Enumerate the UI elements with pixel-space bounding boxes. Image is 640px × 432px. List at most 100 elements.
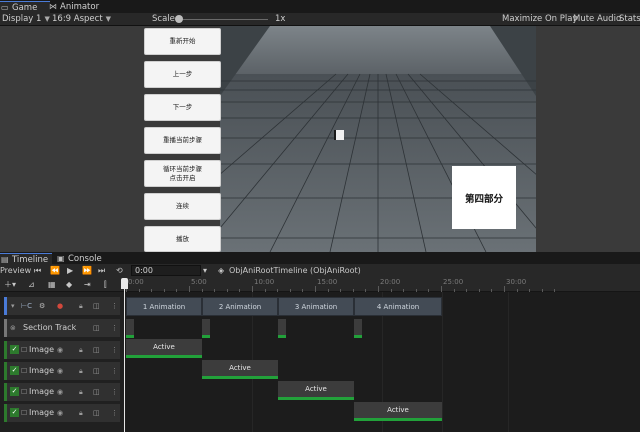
- target-icon[interactable]: ◉: [57, 362, 63, 380]
- section-marker[interactable]: [278, 319, 286, 338]
- record-icon[interactable]: ●: [57, 297, 63, 315]
- image-track-name: Image: [29, 345, 55, 354]
- mute-audio-toggle[interactable]: Mute Audio: [573, 13, 621, 26]
- image-track-header[interactable]: ✓ ☐ Image ◉ 🔒︎ ◫ ⋮: [4, 341, 120, 359]
- timeline-toolbar: Preview ⏮ ⏪ ▶ ⏩ ⏭ ⟲ 0:00 ▾ ◈ ObjAniRootT…: [0, 264, 640, 277]
- image-track-name: Image: [29, 387, 55, 396]
- previous-frame-icon[interactable]: ⏪: [50, 264, 60, 277]
- chevron-down-icon: ▼: [105, 15, 112, 23]
- section-label-panel: 第四部分: [452, 166, 516, 229]
- playhead-handle[interactable]: [121, 278, 128, 289]
- more-options-icon[interactable]: ⋮: [111, 383, 118, 401]
- image-track-header[interactable]: ✓ ☐ Image ◉ 🔒︎ ◫ ⋮: [4, 404, 120, 422]
- timeline-track-toolbar: ＋▾ ⊿ ▦ ◆ ⇥ ⫿ 0:00 5:00 10:00 15:00 20:00 25:0…: [0, 277, 640, 292]
- lock-icon[interactable]: 🔒︎: [79, 362, 83, 380]
- ruler-label: 20:00: [380, 278, 401, 286]
- game-toolbar: Display 1 ▼ 16:9 Aspect ▼ Scale 1x Maximiz…: [0, 13, 640, 26]
- stats-toggle[interactable]: Stats: [619, 13, 640, 26]
- ruler-label: 30:00: [506, 278, 527, 286]
- ruler-label: 0:00: [128, 278, 144, 286]
- lock-icon[interactable]: 🔒︎: [79, 297, 83, 315]
- ripple-icon[interactable]: ⇥: [84, 278, 91, 291]
- next-step-button[interactable]: 下一步: [144, 94, 221, 121]
- tab-animator[interactable]: ⋈ Animator: [48, 1, 108, 13]
- tab-animator-label: Animator: [60, 2, 100, 12]
- keyframe-icon[interactable]: ◆: [66, 278, 72, 291]
- continuous-button[interactable]: 连续: [144, 193, 221, 220]
- tab-game[interactable]: ▭ Game: [0, 1, 50, 13]
- play-icon[interactable]: ▶: [67, 264, 73, 277]
- chevron-down-icon[interactable]: ▾: [203, 264, 207, 277]
- timeline-asset-name: ObjAniRootTimeline (ObjAniRoot): [229, 266, 361, 275]
- aspect-value: 16:9 Aspect: [52, 14, 103, 24]
- section-marker[interactable]: [354, 319, 362, 338]
- active-clip[interactable]: Active: [202, 360, 278, 379]
- target-icon[interactable]: ◉: [57, 404, 63, 422]
- animation-clip[interactable]: 2 Animation: [202, 297, 278, 316]
- display-value: Display 1: [2, 14, 42, 24]
- section-marker[interactable]: [202, 319, 210, 338]
- previous-step-button[interactable]: 上一步: [144, 61, 221, 88]
- settings-icon[interactable]: ⚙: [39, 297, 45, 315]
- expand-arrow-icon[interactable]: ▾: [11, 297, 15, 315]
- target-icon[interactable]: ◉: [57, 383, 63, 401]
- mute-icon[interactable]: ◫: [93, 404, 100, 422]
- image-track-header[interactable]: ✓ ☐ Image ◉ 🔒︎ ◫ ⋮: [4, 362, 120, 380]
- ruler-label: 15:00: [317, 278, 338, 286]
- mute-icon[interactable]: ◫: [93, 341, 100, 359]
- ruler-label: 10:00: [254, 278, 275, 286]
- more-options-icon[interactable]: ⋮: [111, 362, 118, 380]
- target-icon[interactable]: ◉: [57, 341, 63, 359]
- lock-icon[interactable]: 🔒︎: [79, 383, 83, 401]
- more-options-icon[interactable]: ⋮: [111, 297, 118, 315]
- next-frame-icon[interactable]: ⏩: [82, 264, 92, 277]
- loop-icon[interactable]: ⟲: [116, 264, 123, 277]
- add-track-button[interactable]: ＋▾: [4, 278, 16, 291]
- track-enabled-checkbox[interactable]: ✓: [10, 345, 19, 354]
- track-enabled-checkbox[interactable]: ✓: [10, 387, 19, 396]
- mute-icon[interactable]: ◫: [93, 297, 100, 315]
- active-clip[interactable]: Active: [278, 381, 354, 400]
- animation-clip[interactable]: 3 Animation: [278, 297, 354, 316]
- section-marker[interactable]: [126, 319, 134, 338]
- section-track-header[interactable]: ⊗ Section Track ◫ ⋮: [4, 319, 120, 337]
- aspect-dropdown[interactable]: 16:9 Aspect ▼: [52, 13, 111, 26]
- clip-edit-mode-icon[interactable]: ▦: [48, 278, 56, 291]
- preview-toggle[interactable]: Preview: [0, 264, 31, 277]
- active-clip[interactable]: Active: [126, 339, 202, 358]
- more-options-icon[interactable]: ⋮: [111, 404, 118, 422]
- scale-label: Scale: [152, 14, 175, 24]
- active-clip[interactable]: Active: [354, 402, 442, 421]
- game-view: 重新开始 上一步 下一步 重播当前步骤 循环当前步骤 点击开启 连续 播放 第四…: [0, 26, 640, 252]
- animation-clip[interactable]: 1 Animation: [126, 297, 202, 316]
- current-time-field[interactable]: 0:00: [131, 265, 201, 276]
- scale-slider-handle[interactable]: [175, 15, 183, 23]
- more-options-icon[interactable]: ⋮: [111, 341, 118, 359]
- window-tab-bar: ▭ Game ⋈ Animator: [0, 0, 640, 13]
- loop-step-button[interactable]: 循环当前步骤 点击开启: [144, 160, 221, 187]
- animation-clip[interactable]: 4 Animation: [354, 297, 442, 316]
- lock-icon[interactable]: 🔒︎: [79, 404, 83, 422]
- marker-icon[interactable]: ⫿: [104, 278, 107, 291]
- track-enabled-checkbox[interactable]: ✓: [10, 408, 19, 417]
- lock-icon[interactable]: 🔒︎: [79, 341, 83, 359]
- ruler-label: 25:00: [443, 278, 464, 286]
- track-enabled-checkbox[interactable]: ✓: [10, 366, 19, 375]
- control-track-header[interactable]: ▾ ⊢C ⚙ ● 🔒︎ ◫ ⋮: [4, 297, 120, 315]
- more-options-icon[interactable]: ⋮: [111, 319, 118, 337]
- maximize-on-play-toggle[interactable]: Maximize On Play: [502, 13, 577, 26]
- track-clip-area[interactable]: 1 Animation 2 Animation 3 Animation 4 An…: [124, 292, 640, 432]
- restart-button[interactable]: 重新开始: [144, 28, 221, 55]
- play-button[interactable]: 播放: [144, 226, 221, 252]
- go-to-end-icon[interactable]: ⏭: [98, 264, 105, 277]
- display-dropdown[interactable]: Display 1 ▼: [2, 13, 50, 26]
- snap-icon[interactable]: ⊿: [28, 278, 35, 291]
- mute-icon[interactable]: ◫: [93, 362, 100, 380]
- go-to-start-icon[interactable]: ⏮: [34, 264, 41, 277]
- mute-icon[interactable]: ◫: [93, 383, 100, 401]
- scale-slider-track[interactable]: [180, 19, 268, 20]
- mute-icon[interactable]: ◫: [93, 319, 100, 337]
- replay-step-button[interactable]: 重播当前步骤: [144, 127, 221, 154]
- time-ruler[interactable]: 0:00 5:00 10:00 15:00 20:00 25:00 30:00: [124, 277, 640, 292]
- image-track-header[interactable]: ✓ ☐ Image ◉ 🔒︎ ◫ ⋮: [4, 383, 120, 401]
